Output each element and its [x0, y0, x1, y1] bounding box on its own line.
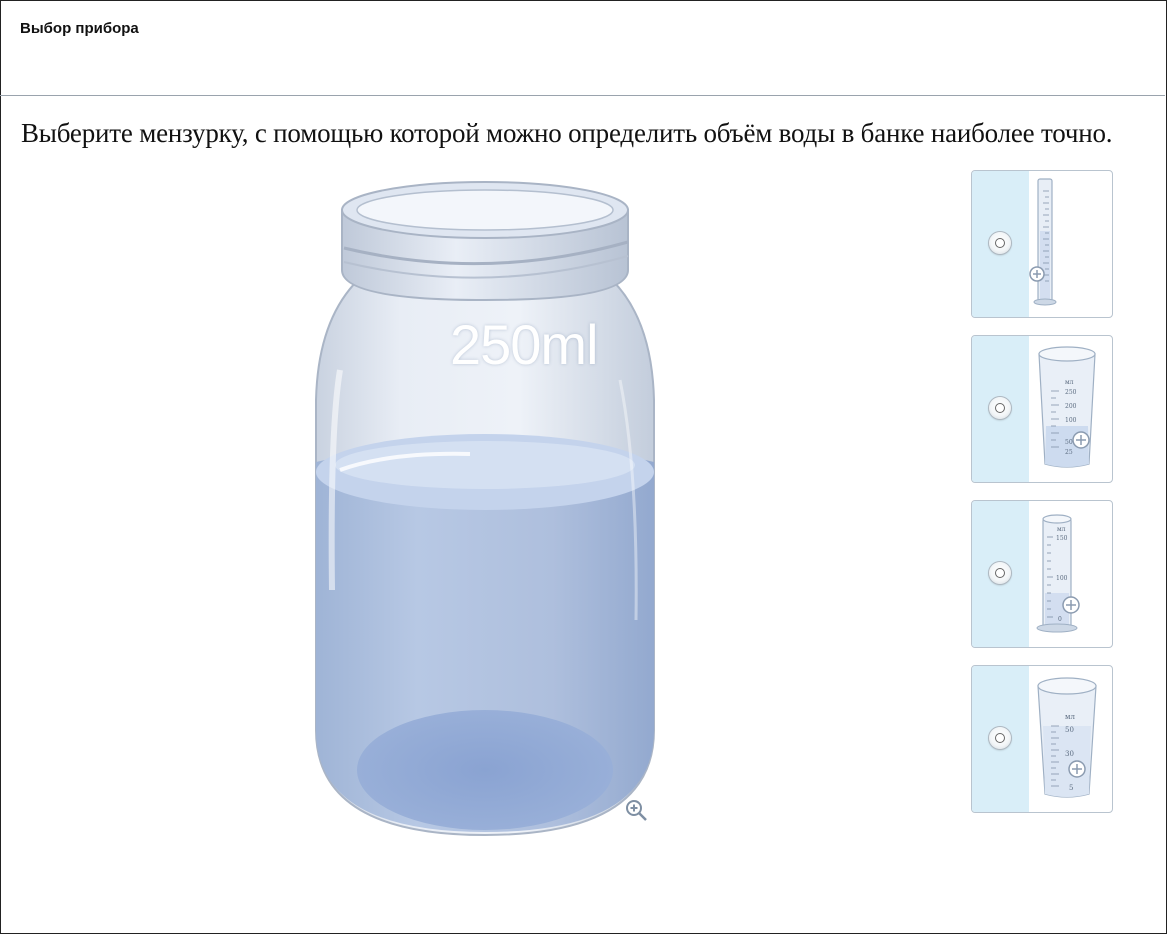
scale-label: 100 — [1056, 575, 1068, 582]
beaker-icon: мл 250 200 100 50 25 — [1038, 346, 1096, 468]
option-beaker-50[interactable]: мл 50 30 5 — [971, 665, 1113, 813]
jar-illustration — [315, 181, 655, 837]
option-tall-cylinder[interactable] — [971, 170, 1113, 318]
option-radio[interactable] — [989, 232, 1011, 254]
scale-label: 150 — [1056, 535, 1068, 542]
unit-label: мл — [1065, 379, 1074, 386]
beaker-icon: мл 50 30 5 — [1037, 677, 1097, 798]
header: Выбор прибора — [0, 0, 1165, 96]
scale-label: 100 — [1065, 417, 1077, 424]
scale-label: 5 — [1069, 784, 1073, 792]
option-beaker-250[interactable]: мл 250 200 100 50 25 — [971, 335, 1113, 483]
scale-label: 50 — [1065, 439, 1073, 446]
page-title: Выбор прибора — [20, 20, 139, 37]
unit-label: мл — [1065, 713, 1075, 721]
scale-label: 30 — [1065, 750, 1074, 758]
graduated-cylinder-icon: мл 150 100 0 — [1036, 514, 1080, 633]
scale-label: 25 — [1065, 449, 1073, 456]
option-cylinder-150[interactable]: мл 150 100 0 — [971, 500, 1113, 648]
scale-label: 50 — [1065, 726, 1074, 734]
unit-label: мл — [1057, 526, 1066, 533]
jar-volume-label: 250ml — [450, 313, 599, 376]
scale-label: 250 — [1065, 389, 1077, 396]
option-radio[interactable] — [989, 397, 1011, 419]
question-text: Выберите мензурку, с помощью которой мож… — [21, 118, 1113, 148]
graduated-cylinder-icon — [1029, 178, 1057, 306]
option-radio[interactable] — [989, 562, 1011, 584]
scale-label: 200 — [1065, 403, 1077, 410]
scale-label: 0 — [1058, 616, 1062, 623]
option-radio[interactable] — [989, 727, 1011, 749]
zoom-in-icon[interactable] — [624, 798, 648, 822]
